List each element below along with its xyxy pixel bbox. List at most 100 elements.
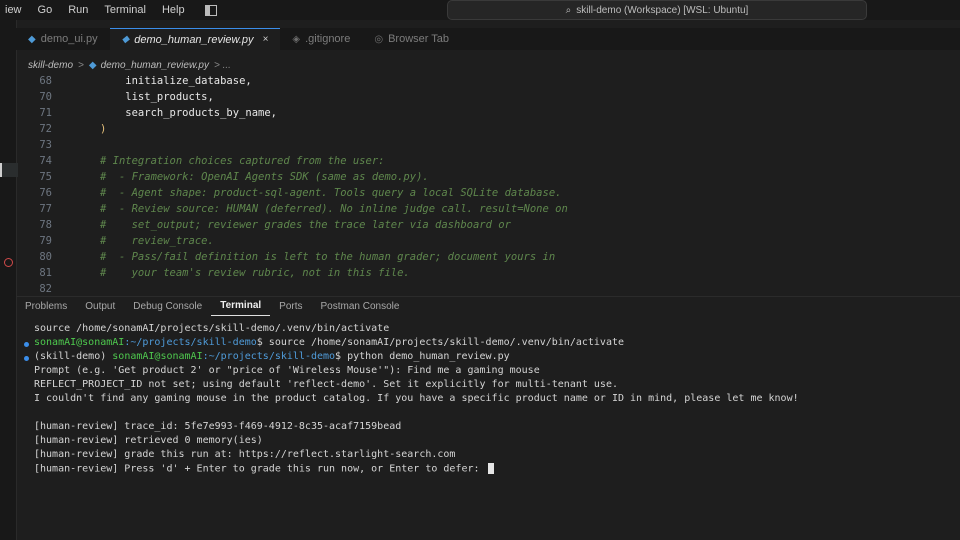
python-icon: ◆ (121, 34, 130, 45)
code-text: # - Agent shape: product-sql-agent. Tool… (100, 187, 562, 199)
python-icon: ◆ (28, 33, 36, 45)
tab-postman-console[interactable]: Postman Console (312, 297, 409, 315)
editor-tabs: ◆ demo_ui.py ◆ demo_human_review.py × ◈ … (16, 27, 960, 51)
tab-label: demo_ui.py (40, 33, 98, 45)
breadcrumb-separator: > (78, 59, 84, 71)
browser-icon: ◎ (374, 33, 384, 45)
code-line[interactable]: 77 # - Review source: HUMAN (deferred). N… (16, 201, 567, 217)
tab-demo-ui[interactable]: ◆ demo_ui.py (16, 28, 110, 50)
terminal-line: Prompt (e.g. 'Get product 2' or "price o… (34, 365, 540, 376)
line-number: 70 (39, 91, 52, 103)
tab-label: Browser Tab (388, 33, 450, 45)
code-line[interactable]: 73 (16, 137, 100, 153)
terminal-command: $ python demo_human_review.py (335, 351, 510, 362)
menu-bar: iew Go Run Terminal Help (0, 4, 193, 16)
panel-tabs: Problems Output Debug Console Terminal P… (16, 296, 960, 316)
menu-help[interactable]: Help (154, 4, 193, 16)
terminal-line: (skill-demo) sonamAI@sonamAI:~/projects/… (34, 351, 510, 365)
line-number: 71 (39, 107, 52, 119)
terminal-line: REFLECT_PROJECT_ID not set; using defaul… (34, 379, 618, 390)
code-line[interactable]: 70 list_products, (16, 89, 214, 105)
code-text: search_products_by_name, (100, 107, 278, 119)
terminal-line: I couldn't find any gaming mouse in the … (34, 393, 799, 404)
line-number: 74 (39, 155, 52, 167)
line-number: 82 (39, 283, 52, 295)
code-text: # - Framework: OpenAI Agents SDK (same a… (100, 171, 429, 183)
line-number: 73 (39, 139, 52, 151)
menu-run[interactable]: Run (60, 4, 96, 16)
breadcrumb-folder[interactable]: skill-demo (28, 60, 73, 71)
toggle-sidebar-icon[interactable] (204, 4, 217, 16)
line-number: 80 (39, 251, 52, 263)
terminal-path: :~/projects/skill-demo (124, 337, 257, 348)
terminal-line: [human-review] retrieved 0 memory(ies) (34, 435, 263, 446)
tab-label: demo_human_review.py (134, 33, 254, 46)
line-number: 81 (39, 267, 52, 279)
code-text: # your team's review rubric, not in this… (100, 267, 410, 279)
code-line[interactable]: 79 # review_trace. (16, 233, 214, 249)
code-editor[interactable]: 68 initialize_database, 70 list_products,… (16, 73, 960, 295)
tab-browser[interactable]: ◎ Browser Tab (362, 28, 461, 50)
tab-output[interactable]: Output (76, 297, 124, 315)
code-line[interactable]: 78 # set_output; reviewer grades the trac… (16, 217, 511, 233)
tab-terminal[interactable]: Terminal (211, 297, 271, 316)
code-line[interactable]: 75 # - Framework: OpenAI Agents SDK (same… (16, 169, 429, 185)
terminal[interactable]: source /home/sonamAI/projects/skill-demo… (34, 323, 944, 523)
code-text: initialize_database, (100, 75, 252, 87)
terminal-line: [human-review] grade this run at: https:… (34, 449, 456, 460)
activity-bar (0, 20, 18, 540)
close-icon[interactable]: × (263, 34, 269, 45)
code-line[interactable]: 74 # Integration choices captured from th… (16, 153, 384, 169)
tab-debug-console[interactable]: Debug Console (124, 297, 211, 315)
code-line[interactable]: 80 # - Pass/fail definition is left to th… (16, 249, 555, 265)
command-decoration-icon[interactable] (24, 342, 29, 347)
line-number: 77 (39, 203, 52, 215)
command-center-label: skill-demo (Workspace) [WSL: Ubuntu] (576, 4, 749, 16)
menu-view[interactable]: iew (0, 4, 30, 16)
terminal-venv: (skill-demo) (34, 351, 113, 362)
terminal-line: sonamAI@sonamAI:~/projects/skill-demo$ s… (34, 337, 624, 351)
code-line[interactable]: 81 # your team's review rubric, not in th… (16, 265, 410, 281)
code-text: # review_trace. (100, 235, 214, 247)
menu-terminal[interactable]: Terminal (96, 4, 154, 16)
terminal-user: sonamAI@sonamAI (34, 337, 125, 348)
code-line[interactable]: 71 search_products_by_name, (16, 105, 277, 121)
breadcrumb-tail[interactable]: > ... (214, 60, 231, 71)
code-text: list_products, (100, 91, 214, 103)
line-number: 79 (39, 235, 52, 247)
terminal-line: [human-review] trace_id: 5fe7e993-f469-4… (34, 421, 402, 432)
terminal-command: $ source /home/sonamAI/projects/skill-de… (256, 337, 625, 348)
line-number: 78 (39, 219, 52, 231)
error-indicator-icon (4, 258, 13, 267)
breadcrumb-file[interactable]: demo_human_review.py (101, 60, 209, 71)
command-center[interactable]: ⌕ skill-demo (Workspace) [WSL: Ubuntu] (447, 0, 867, 20)
terminal-line: [human-review] Press 'd' + Enter to grad… (34, 463, 494, 477)
line-number: 76 (39, 187, 52, 199)
command-decoration-icon[interactable] (24, 356, 29, 361)
code-line[interactable]: 72) (16, 121, 106, 137)
tab-demo-human-review[interactable]: ◆ demo_human_review.py × (109, 27, 281, 51)
search-icon: ⌕ (565, 4, 572, 16)
python-icon: ◆ (88, 59, 97, 71)
terminal-prompt-text: [human-review] Press 'd' + Enter to grad… (34, 463, 486, 475)
terminal-line: source /home/sonamAI/projects/skill-demo… (34, 323, 390, 334)
code-line[interactable]: 82 (16, 281, 100, 297)
code-line[interactable]: 76 # - Agent shape: product-sql-agent. To… (16, 185, 561, 201)
code-text: ) (100, 123, 107, 135)
gitignore-icon: ◈ (292, 33, 301, 45)
tab-gitignore[interactable]: ◈ .gitignore (280, 28, 362, 50)
menu-go[interactable]: Go (30, 4, 61, 16)
terminal-path: :~/projects/skill-demo (202, 351, 336, 362)
code-text: # Integration choices captured from the … (100, 155, 385, 167)
code-text: # set_output; reviewer grades the trace … (100, 219, 511, 231)
terminal-cursor (487, 463, 494, 474)
tab-ports[interactable]: Ports (270, 297, 311, 315)
code-line[interactable]: 68 initialize_database, (16, 73, 252, 89)
line-number: 72 (39, 123, 52, 135)
tab-problems[interactable]: Problems (16, 297, 76, 315)
terminal-user: sonamAI@sonamAI (112, 351, 203, 362)
line-number: 68 (39, 75, 52, 87)
code-text: # - Pass/fail definition is left to the … (100, 251, 556, 263)
line-number: 75 (39, 171, 52, 183)
tab-label: .gitignore (305, 33, 351, 45)
